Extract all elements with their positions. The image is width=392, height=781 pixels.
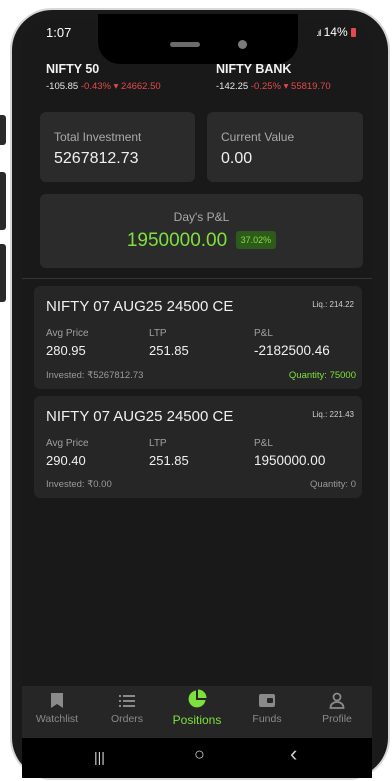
ticker-change: -142.25 (216, 81, 249, 92)
power-button (0, 244, 6, 302)
pnl-col: P&L -2182500.46 (254, 328, 330, 358)
volume-up-button (0, 115, 6, 145)
tab-funds[interactable]: Funds (232, 692, 302, 725)
pie-chart-icon (188, 689, 207, 708)
avg-price-value: 290.40 (46, 453, 86, 468)
battery-indicator: .ıl 14% (316, 25, 356, 39)
ticker-nifty-50[interactable]: NIFTY 50 -105.85 -0.43% ▾ 24662.50 (46, 62, 161, 92)
avg-price-col: Avg Price 280.95 (46, 328, 89, 358)
down-arrow-icon: ▾ (283, 81, 289, 92)
total-investment-value: 5267812.73 (54, 150, 139, 167)
pnl-label: P&L (254, 328, 273, 339)
liquidation-price: Liq.: 214.22 (312, 300, 354, 309)
tab-positions[interactable]: Positions (162, 689, 232, 727)
avg-price-value: 280.95 (46, 343, 86, 358)
ltp-value: 251.85 (149, 343, 189, 358)
ticker-percent: -0.43% (80, 81, 111, 92)
list-icon (119, 695, 135, 707)
section-divider (22, 278, 372, 279)
tab-watchlist[interactable]: Watchlist (22, 692, 92, 725)
position-title: NIFTY 07 AUG25 24500 CE (46, 298, 234, 315)
bookmark-icon (51, 693, 63, 708)
total-investment-card: Total Investment 5267812.73 (40, 112, 195, 182)
current-value-label: Current Value (221, 130, 295, 144)
ltp-label: LTP (149, 328, 167, 339)
tab-label: Orders (110, 713, 144, 725)
quantity: Quantity: 75000 (288, 370, 356, 381)
speaker-grille (170, 42, 200, 47)
front-camera (238, 40, 247, 49)
day-pnl-row: 1950000.00 37.02% (40, 230, 363, 252)
tab-label: Watchlist (35, 713, 79, 725)
position-card[interactable]: NIFTY 07 AUG25 24500 CE Liq.: 221.43 Avg… (34, 396, 362, 498)
ltp-col: LTP 251.85 (149, 438, 189, 468)
day-pnl-label: Day's P&L (173, 210, 230, 224)
ltp-col: LTP 251.85 (149, 328, 189, 358)
pnl-label: P&L (254, 438, 273, 449)
recents-button[interactable]: ||| (94, 749, 105, 765)
down-arrow-icon: ▾ (113, 81, 119, 92)
tab-label: Funds (252, 713, 282, 725)
battery-percent: 14% (323, 25, 348, 39)
avg-price-label: Avg Price (46, 328, 89, 339)
wallet-icon (259, 694, 275, 707)
tab-profile[interactable]: Profile (302, 692, 372, 725)
day-pnl-percent-badge: 37.02% (235, 231, 277, 249)
ticker-nifty-bank[interactable]: NIFTY BANK -142.25 -0.25% ▾ 55819.70 (216, 62, 331, 92)
pnl-col: P&L 1950000.00 (254, 438, 325, 468)
ticker-values: -142.25 -0.25% ▾ 55819.70 (216, 81, 331, 92)
pnl-value: -2182500.46 (254, 343, 330, 358)
status-time: 1:07 (46, 25, 72, 40)
ticker-change: -105.85 (46, 81, 79, 92)
current-value-value: 0.00 (221, 150, 253, 167)
ltp-label: LTP (149, 438, 167, 449)
tab-label: Profile (322, 713, 352, 725)
system-nav-bar: ||| ○ ‹ (22, 738, 372, 778)
avg-price-label: Avg Price (46, 438, 89, 449)
signal-icon: .ıl (316, 28, 321, 38)
volume-down-button (0, 172, 6, 230)
day-pnl-card: Day's P&L 1950000.00 37.02% (40, 194, 363, 268)
home-button[interactable]: ○ (194, 744, 205, 765)
person-icon (329, 692, 345, 709)
tab-label: Positions (172, 713, 222, 727)
pnl-value: 1950000.00 (254, 453, 326, 468)
ticker-value: 55819.70 (291, 81, 331, 92)
position-title: NIFTY 07 AUG25 24500 CE (46, 408, 234, 425)
back-button[interactable]: ‹ (290, 741, 297, 767)
battery-icon (351, 28, 356, 37)
liquidation-price: Liq.: 221.43 (312, 410, 354, 419)
ticker-value: 24662.50 (121, 81, 161, 92)
ticker-percent: -0.25% (250, 81, 281, 92)
ticker-values: -105.85 -0.43% ▾ 24662.50 (46, 81, 161, 92)
invested-amount: Invested: ₹0.00 (46, 479, 112, 490)
quantity: Quantity: 0 (310, 479, 356, 490)
ticker-name: NIFTY BANK (216, 62, 292, 76)
total-investment-label: Total Investment (54, 130, 142, 144)
camera-notch (98, 14, 298, 64)
tab-orders[interactable]: Orders (92, 692, 162, 725)
ltp-value: 251.85 (149, 453, 189, 468)
invested-amount: Invested: ₹5267812.73 (46, 370, 144, 381)
current-value-card: Current Value 0.00 (207, 112, 363, 182)
position-card[interactable]: NIFTY 07 AUG25 24500 CE Liq.: 214.22 Avg… (34, 286, 362, 389)
ticker-name: NIFTY 50 (46, 62, 100, 76)
day-pnl-value: 1950000.00 (126, 230, 228, 251)
bottom-tab-bar: Watchlist Orders Positions Funds Profile (22, 686, 372, 738)
avg-price-col: Avg Price 290.40 (46, 438, 89, 468)
